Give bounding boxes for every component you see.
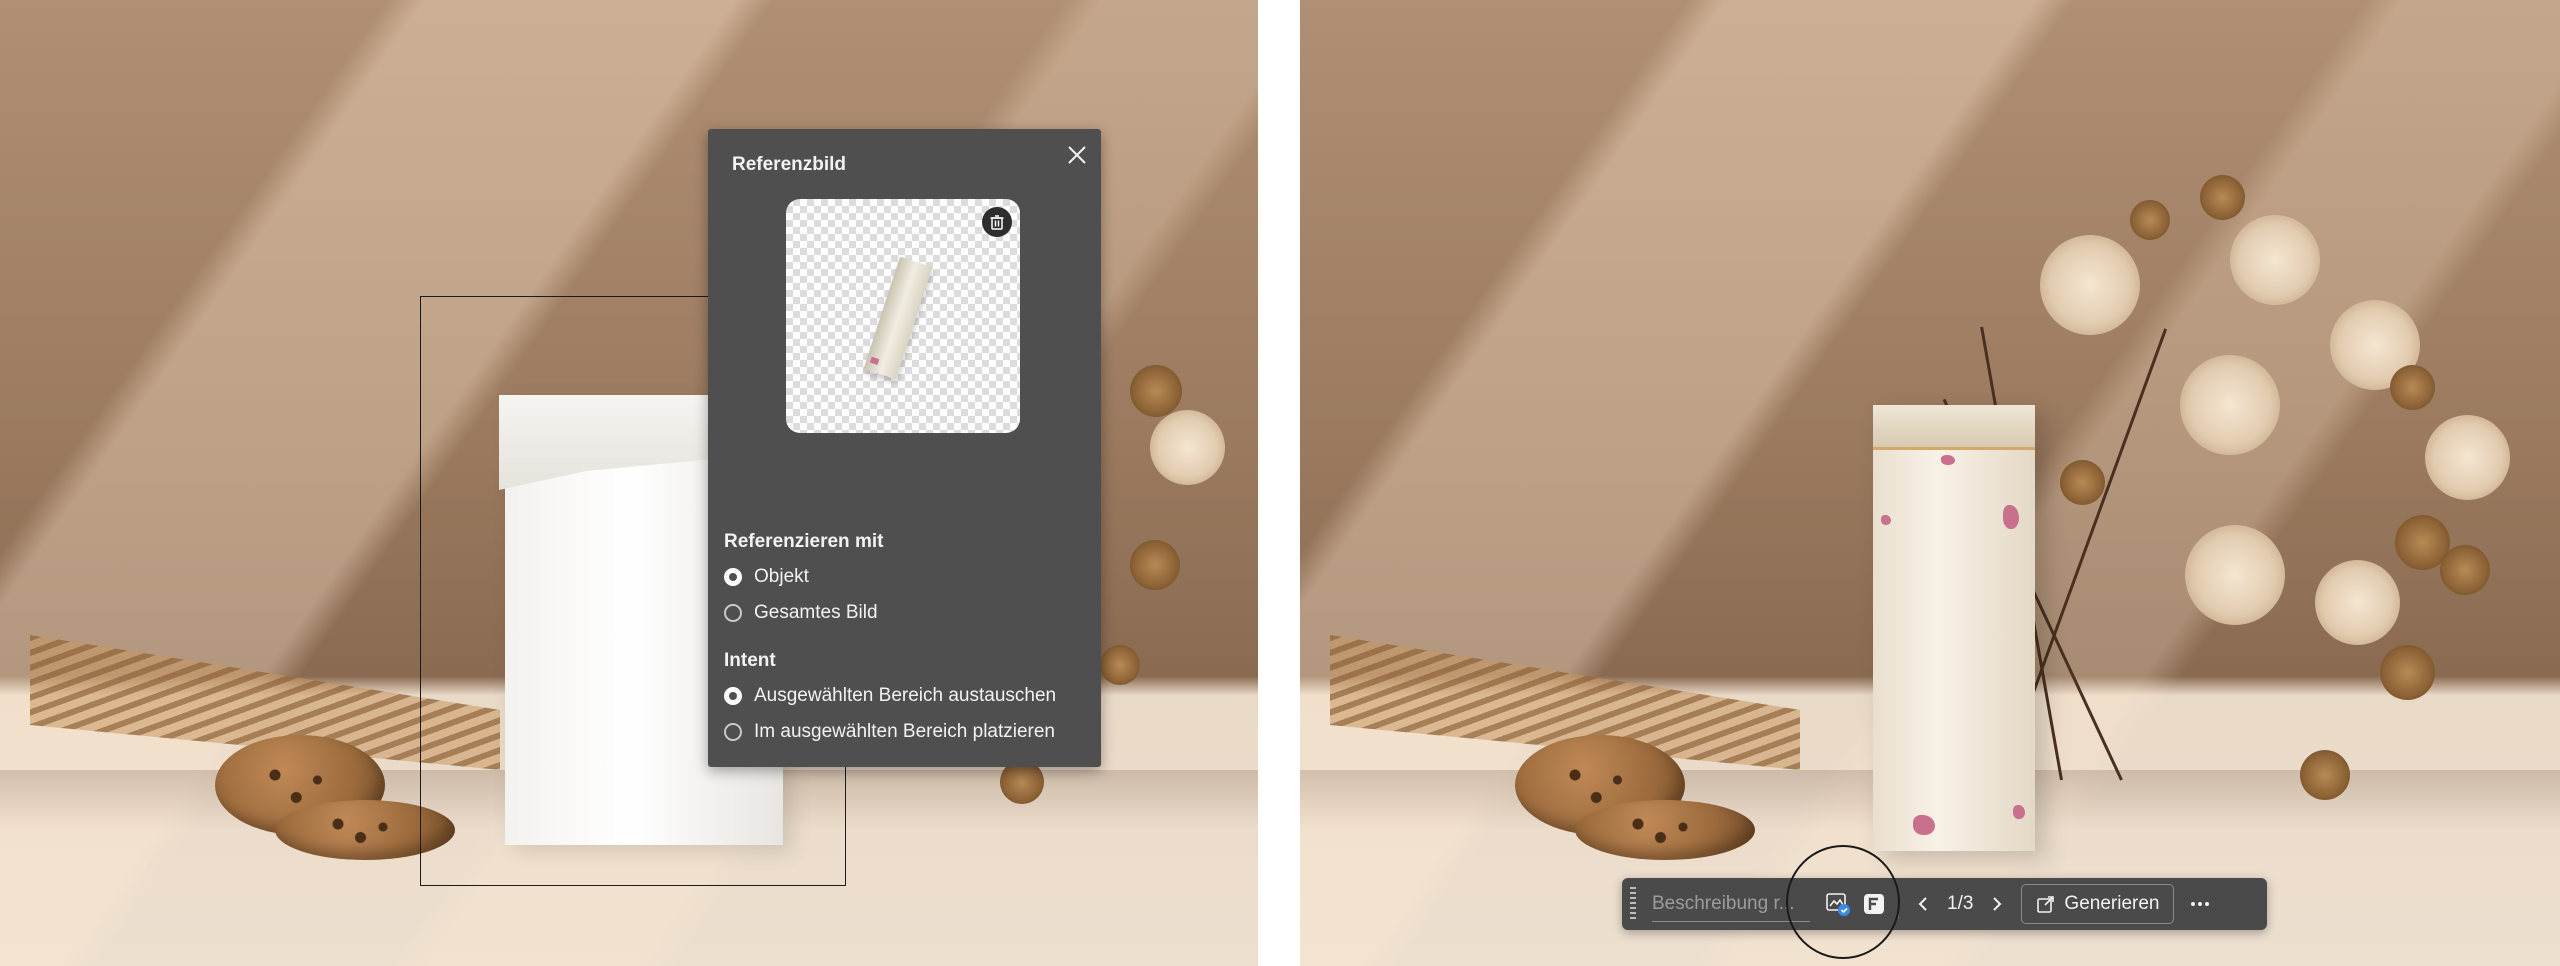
radio-button[interactable]: [724, 568, 742, 586]
dried-flower: [1100, 645, 1140, 685]
dried-flower: [2130, 200, 2170, 240]
radio-label: Im ausgewählten Bereich platzieren: [754, 721, 1056, 742]
dried-flower: [1130, 540, 1180, 590]
dried-flower: [2200, 175, 2245, 220]
contextual-taskbar: 1/3 Generieren: [1622, 878, 2267, 930]
radio-button[interactable]: [724, 687, 742, 705]
trash-icon[interactable]: [982, 207, 1012, 237]
radio-place-in-area[interactable]: Im ausgewählten Bereich platzieren: [724, 721, 1055, 743]
intent-label: Intent: [724, 650, 776, 671]
radio-whole-image[interactable]: Gesamtes Bild: [724, 602, 878, 624]
dried-flower: [2180, 355, 2280, 455]
generate-button[interactable]: Generieren: [2021, 884, 2175, 924]
left-canvas[interactable]: Referenzbild Referenzieren mit Objekt Ge…: [0, 0, 1258, 966]
petal-print: [2003, 505, 2019, 529]
firefly-icon[interactable]: [1856, 886, 1892, 922]
generate-label: Generieren: [2064, 893, 2160, 914]
dried-flower: [1150, 410, 1225, 485]
reference-with-label: Referenzieren mit: [724, 531, 884, 552]
dried-flower: [1130, 365, 1182, 417]
reference-image-icon[interactable]: [1820, 886, 1856, 922]
drag-handle[interactable]: [1630, 887, 1636, 921]
description-input[interactable]: [1652, 886, 1810, 922]
radio-label: Gesamtes Bild: [754, 602, 878, 623]
radio-label: Ausgewählten Bereich austauschen: [754, 685, 1057, 706]
separator: [1898, 889, 1899, 919]
reference-object-image: [863, 256, 933, 380]
dried-flower: [2440, 545, 2490, 595]
close-icon[interactable]: [1063, 141, 1091, 169]
dried-flower: [2315, 560, 2400, 645]
divider: [1258, 0, 1300, 966]
dried-flower: [2380, 645, 2435, 700]
dried-flower: [2060, 460, 2105, 505]
dried-flower: [2425, 415, 2510, 500]
radio-button[interactable]: [724, 723, 742, 741]
petal-print: [1941, 455, 1955, 465]
cookie: [1575, 800, 1755, 860]
reference-thumbnail: [786, 199, 1020, 433]
radio-button[interactable]: [724, 604, 742, 622]
more-options-icon[interactable]: [2182, 886, 2218, 922]
chevron-left-icon[interactable]: [1905, 886, 1941, 922]
generate-icon: [2037, 896, 2055, 913]
reference-image-panel: Referenzbild Referenzieren mit Objekt Ge…: [708, 129, 1101, 767]
petal-print: [2013, 805, 2025, 819]
radio-label: Objekt: [754, 566, 809, 587]
radio-replace-area[interactable]: Ausgewählten Bereich austauschen: [724, 685, 1056, 707]
dried-flower: [2185, 525, 2285, 625]
radio-object[interactable]: Objekt: [724, 566, 809, 588]
dried-flower: [2390, 365, 2435, 410]
variation-pager: 1/3: [1947, 893, 1974, 914]
right-canvas[interactable]: [1300, 0, 2560, 966]
dried-flower: [2300, 750, 2350, 800]
generated-product-box: [1873, 405, 2035, 851]
panel-title: Referenzbild: [732, 154, 847, 175]
petal-print: [1913, 815, 1935, 835]
dried-flower: [2230, 215, 2320, 305]
dried-flower: [2040, 235, 2140, 335]
chevron-right-icon[interactable]: [1979, 886, 2015, 922]
petal-print: [1881, 515, 1891, 525]
